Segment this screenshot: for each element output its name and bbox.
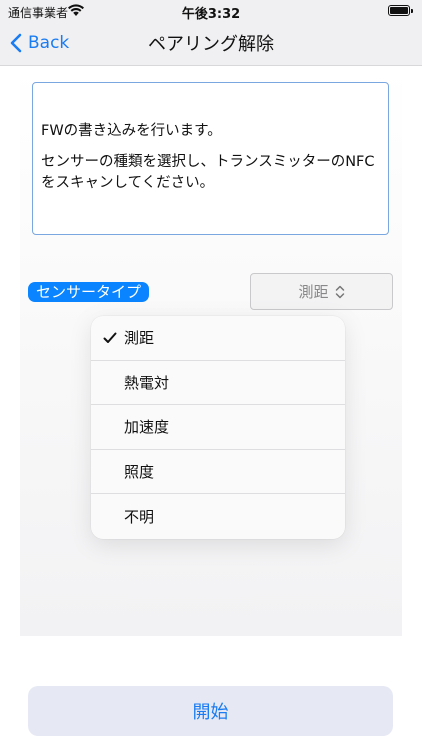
sensor-type-picker[interactable]: 測距 bbox=[250, 273, 393, 310]
status-bar: 通信事業者 午後3:32 bbox=[0, 0, 422, 22]
menu-item-unknown[interactable]: 不明 bbox=[91, 494, 345, 539]
battery-icon bbox=[388, 5, 413, 16]
start-button[interactable]: 開始 bbox=[28, 686, 393, 736]
sensor-type-menu: 測距 熱電対 加速度 照度 不明 bbox=[91, 316, 345, 539]
menu-item-label: 測距 bbox=[124, 329, 155, 348]
info-text-box: FWの書き込みを行います。 センサーの種類を選択し、トランスミッターのNFCをス… bbox=[32, 82, 389, 235]
menu-item-label: 熱電対 bbox=[124, 373, 170, 392]
top-bar: 通信事業者 午後3:32 Back ペアリング解除 bbox=[0, 0, 422, 66]
page-title: ペアリング解除 bbox=[148, 34, 274, 55]
menu-item-label: 加速度 bbox=[124, 418, 170, 437]
menu-item-distance[interactable]: 測距 bbox=[91, 316, 345, 361]
info-line-1: FWの書き込みを行います。 bbox=[41, 123, 222, 139]
menu-item-thermocouple[interactable]: 熱電対 bbox=[91, 361, 345, 406]
picker-selected-value: 測距 bbox=[298, 283, 329, 301]
sensor-type-label: センサータイプ bbox=[28, 282, 150, 302]
info-line-2: センサーの種類を選択し、トランスミッターのNFCをスキャンしてください。 bbox=[41, 154, 375, 191]
menu-item-label: 照度 bbox=[124, 463, 155, 482]
menu-item-acceleration[interactable]: 加速度 bbox=[91, 405, 345, 450]
status-time: 午後3:32 bbox=[181, 7, 241, 22]
menu-item-illuminance[interactable]: 照度 bbox=[91, 450, 345, 495]
chevron-up-down-icon bbox=[335, 285, 344, 298]
menu-item-label: 不明 bbox=[124, 508, 155, 527]
screen: 通信事業者 午後3:32 Back ペアリング解除 FWの書き込みを行います。 … bbox=[0, 0, 422, 750]
checkmark-icon bbox=[103, 332, 117, 343]
